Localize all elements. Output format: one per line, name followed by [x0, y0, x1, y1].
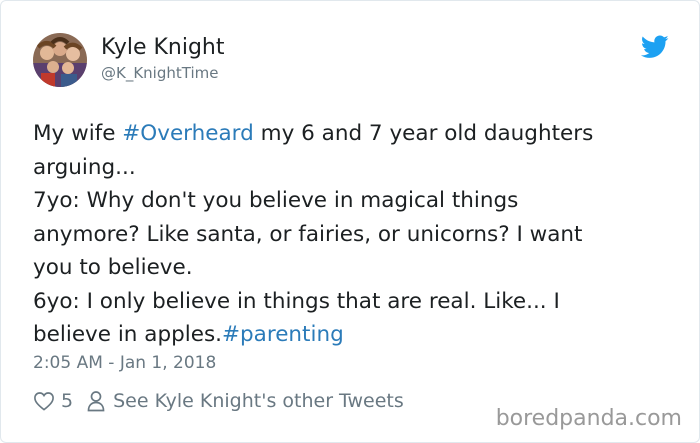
tweet-card: Kyle Knight @K_KnightTime My wife #Overh… [0, 0, 700, 443]
avatar[interactable] [33, 33, 87, 87]
tweet-line: 6yo: I only believe in things that are r… [33, 288, 560, 314]
person-icon [87, 391, 105, 412]
tweet-line: arguing... [33, 154, 136, 180]
tweet-text-segment: my 6 and 7 year old daughters [253, 121, 594, 146]
tweet-line: you to believe. [33, 255, 193, 280]
tweet-text: My wife #Overheard my 6 and 7 year old d… [33, 117, 683, 352]
tweet-line: My wife #Overheard my 6 and 7 year old d… [33, 117, 683, 151]
hashtag-overheard-link[interactable]: #Overheard [122, 121, 254, 146]
tweet-text-segment: believe in apples. [33, 322, 222, 347]
tweet-timestamp[interactable]: 2:05 AM - Jan 1, 2018 [33, 351, 216, 375]
watermark: boredpanda.com [495, 406, 682, 431]
heart-icon[interactable] [33, 391, 55, 411]
tweet-actions: 5 See Kyle Knight's other Tweets [33, 387, 404, 415]
avatar-photo-icon [33, 33, 87, 87]
like-count[interactable]: 5 [61, 390, 73, 412]
hashtag-parenting-link[interactable]: #parenting [222, 322, 344, 347]
tweet-line: believe in apples.#parenting [33, 318, 683, 352]
tweet-line: anymore? Like santa, or fairies, or unic… [33, 221, 583, 247]
see-other-tweets-link[interactable]: See Kyle Knight's other Tweets [113, 390, 404, 412]
author-handle[interactable]: @K_KnightTime [101, 63, 218, 83]
twitter-bird-icon[interactable] [640, 35, 669, 59]
author-name[interactable]: Kyle Knight [101, 34, 225, 62]
tweet-text-segment: My wife [33, 121, 123, 146]
tweet-line: 7yo: Why don't you believe in magical th… [33, 188, 519, 213]
